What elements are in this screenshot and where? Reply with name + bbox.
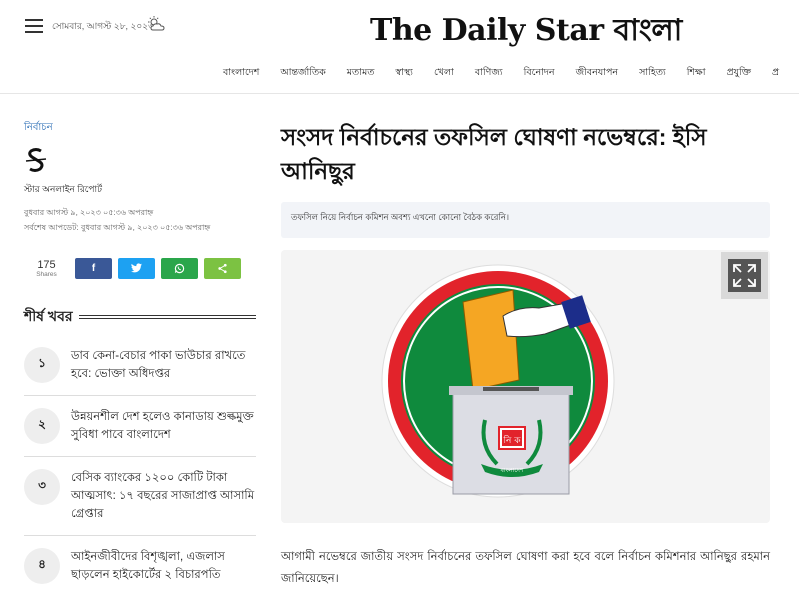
nav-item[interactable]: মতামত xyxy=(347,66,375,81)
rank-badge: ১ xyxy=(24,347,60,383)
share-bar: 175 Shares f xyxy=(24,253,256,283)
rank-badge: ২ xyxy=(24,408,60,444)
list-item[interactable]: ৩ বেসিক ব্যাংকের ১২০০ কোটি টাকা আত্মসাৎ:… xyxy=(24,457,256,536)
article-main: সংসদ নির্বাচনের তফসিল ঘোষণা নভেম্বরে: ইস… xyxy=(281,120,770,590)
top-news-title: শীর্ষ খবর xyxy=(24,308,73,324)
nav-item[interactable]: জীবনযাপন xyxy=(576,66,619,81)
whatsapp-share-button[interactable] xyxy=(161,257,198,279)
news-link[interactable]: আইনজীবীদের বিশৃঙ্খলা, এজলাস ছাড়লেন হাইক… xyxy=(71,548,256,584)
list-item[interactable]: ৪ আইনজীবীদের বিশৃঙ্খলা, এজলাস ছাড়লেন হা… xyxy=(24,536,256,596)
article-headline: সংসদ নির্বাচনের তফসিল ঘোষণা নভেম্বরে: ইস… xyxy=(281,124,707,184)
expand-icon xyxy=(733,264,756,287)
share-button[interactable] xyxy=(204,257,241,279)
twitter-icon xyxy=(131,263,142,273)
news-link[interactable]: উন্নয়নশীল দেশ হলেও কানাডায় শুল্কমুক্ত … xyxy=(71,408,256,444)
share-count-number: 175 xyxy=(37,258,56,271)
heading-rule xyxy=(78,315,256,319)
site-header: সোমবার, আগস্ট ২৮, ২০২৩ The Daily Star বা… xyxy=(0,0,799,94)
nav-item[interactable]: খেলা xyxy=(434,66,454,81)
weather-icon xyxy=(148,16,165,31)
nav-item[interactable]: বাণিজ্য xyxy=(475,66,503,81)
article-summary: তফসিল নিয়ে নির্বাচন কমিশন অবশ্য এখনো কো… xyxy=(281,202,770,238)
article-meta: বুধবার আগস্ট ৯, ২০২৩ ০৫:৩৬ অপরাহ্ন সর্বশ… xyxy=(24,205,256,235)
facebook-share-button[interactable]: f xyxy=(75,257,112,279)
section-link[interactable]: নির্বাচন xyxy=(24,120,256,137)
emblem-box-text: নি ক xyxy=(502,435,521,446)
twitter-share-button[interactable] xyxy=(118,257,155,279)
nav-item[interactable]: শিক্ষা xyxy=(687,66,706,81)
updated-time: সর্বশেষ আপডেট: বুধবার আগস্ট ৯, ২০২৩ ০৫:৩… xyxy=(24,223,211,232)
list-item[interactable]: ২ উন্নয়নশীল দেশ হলেও কানাডায় শুল্কমুক্… xyxy=(24,396,256,457)
main-nav: বাংলাদেশ আন্তর্জাতিক মতামত স্বাস্থ্য খেলা বাণ… xyxy=(223,66,799,81)
top-news-heading: শীর্ষ খবর xyxy=(24,305,256,329)
rank-badge: ৪ xyxy=(24,548,60,584)
article-body-paragraph: আগামী নভেম্বরে জাতীয় সংসদ নির্বাচনের তফ… xyxy=(281,551,770,585)
site-logo[interactable]: The Daily Star বাংলা xyxy=(370,6,682,57)
nav-item[interactable]: প্র xyxy=(772,66,779,81)
header-date: সোমবার, আগস্ট ২৮, ২০২৩ xyxy=(52,21,154,31)
share-count-label: Shares xyxy=(36,270,57,278)
news-link[interactable]: ডাব কেনা-বেচার পাকা ভাউচার রাখতে হবে: ভো… xyxy=(71,347,256,383)
hamburger-menu-icon[interactable] xyxy=(25,19,43,33)
nav-item[interactable]: প্রযুক্তি xyxy=(727,66,752,81)
logo-bangla: বাংলা xyxy=(613,13,683,48)
share-icon xyxy=(218,263,227,273)
news-link[interactable]: বেসিক ব্যাংকের ১২০০ কোটি টাকা আত্মসাৎ: ১… xyxy=(71,469,256,523)
nav-item[interactable]: স্বাস্থ্য xyxy=(395,66,413,81)
top-news-list: ১ ডাব কেনা-বেচার পাকা ভাউচার রাখতে হবে: … xyxy=(24,335,256,596)
article-sidebar: নির্বাচন স্টার অনলাইন রিপোর্ট বুধবার আগস… xyxy=(24,120,256,596)
adjacent-column-edge xyxy=(792,98,799,595)
article-hero-image[interactable]: নি ক বাংলাদেশ xyxy=(281,250,770,523)
facebook-icon: f xyxy=(91,262,96,274)
whatsapp-icon xyxy=(174,263,185,273)
logo-english: The Daily Star xyxy=(370,13,604,48)
nav-item[interactable]: বিনোদন xyxy=(524,66,555,81)
nav-item[interactable]: সাহিত্য xyxy=(639,66,666,81)
nav-item[interactable]: বাংলাদেশ xyxy=(223,66,259,81)
nav-item[interactable]: আন্তর্জাতিক xyxy=(280,66,325,81)
published-time: বুধবার আগস্ট ৯, ২০২৩ ০৫:৩৬ অপরাহ্ন xyxy=(24,208,154,217)
star-logo-icon xyxy=(25,148,47,172)
rank-badge: ৩ xyxy=(24,469,60,505)
emblem-ribbon-text: বাংলাদেশ xyxy=(500,467,524,474)
author-name[interactable]: স্টার অনলাইন রিপোর্ট xyxy=(24,182,256,197)
expand-image-button[interactable] xyxy=(721,252,768,299)
share-count: 175 Shares xyxy=(24,259,69,278)
election-commission-emblem: নি ক বাংলাদেশ xyxy=(381,264,615,498)
list-item[interactable]: ১ ডাব কেনা-বেচার পাকা ভাউচার রাখতে হবে: … xyxy=(24,335,256,396)
